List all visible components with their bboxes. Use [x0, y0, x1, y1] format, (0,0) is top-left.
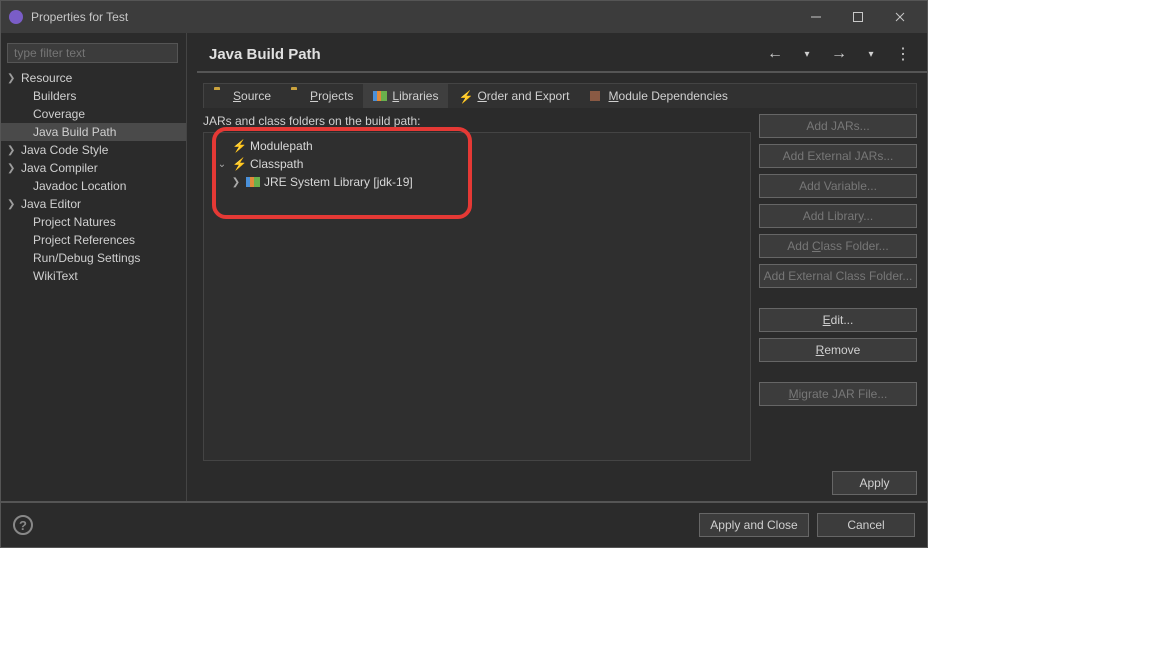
- tree-column: JARs and class folders on the build path…: [203, 114, 751, 461]
- library-icon: [373, 90, 387, 102]
- sidebar-item-java-editor[interactable]: ❯Java Editor: [1, 195, 186, 213]
- apply-row: Apply: [197, 471, 927, 501]
- tree-item-label: JRE System Library [jdk-19]: [264, 175, 413, 189]
- apply-and-close-button[interactable]: Apply and Close: [699, 513, 809, 537]
- sidebar-item-label: Builders: [31, 89, 76, 103]
- sidebar-item-resource[interactable]: ❯Resource: [1, 69, 186, 87]
- properties-dialog: Properties for Test ❯Resource ❯Builders …: [0, 0, 928, 548]
- menu-button[interactable]: ⋮: [891, 44, 915, 64]
- tab-module-dependencies[interactable]: Module Dependencies: [580, 84, 738, 108]
- add-class-folder-button[interactable]: Add Class Folder...: [759, 234, 917, 258]
- add-external-class-folder-button[interactable]: Add External Class Folder...: [759, 264, 917, 288]
- sidebar-item-label: Run/Debug Settings: [31, 251, 140, 265]
- sidebar-item-label: Java Build Path: [31, 125, 116, 139]
- tree-item-classpath[interactable]: ⌄⚡Classpath: [204, 155, 750, 173]
- remove-button[interactable]: Remove: [759, 338, 917, 362]
- add-external-jars-button[interactable]: Add External JARs...: [759, 144, 917, 168]
- button-column: Add JARs... Add External JARs... Add Var…: [759, 114, 917, 461]
- tree-item-label: Modulepath: [250, 139, 313, 153]
- add-library-button[interactable]: Add Library...: [759, 204, 917, 228]
- app-icon: [9, 10, 23, 24]
- main-panel: Java Build Path ← ▾ → ▾ ⋮ Source Projects …: [187, 33, 927, 501]
- bolt-icon: ⚡: [232, 140, 246, 152]
- sidebar-item-label: Project References: [31, 233, 135, 247]
- sidebar-item-project-references[interactable]: ❯Project References: [1, 231, 186, 249]
- window-controls: [797, 8, 919, 26]
- cancel-button[interactable]: Cancel: [817, 513, 915, 537]
- footer: ? Apply and Close Cancel: [1, 501, 927, 547]
- bolt-icon: ⚡: [458, 90, 472, 102]
- filter-container: [7, 43, 178, 63]
- tab-libraries[interactable]: Libraries: [363, 84, 448, 108]
- filter-input[interactable]: [7, 43, 178, 63]
- folder-icon: [291, 90, 305, 102]
- header-nav: ← ▾ → ▾ ⋮: [763, 44, 915, 64]
- sidebar-item-java-compiler[interactable]: ❯Java Compiler: [1, 159, 186, 177]
- sidebar-item-label: Java Compiler: [19, 161, 98, 175]
- close-button[interactable]: [891, 8, 909, 26]
- module-icon: [590, 90, 604, 102]
- minimize-button[interactable]: [807, 8, 825, 26]
- nav-back-dropdown[interactable]: ▾: [795, 49, 819, 60]
- help-button[interactable]: ?: [13, 515, 33, 535]
- window-title: Properties for Test: [31, 10, 797, 24]
- main-header: Java Build Path ← ▾ → ▾ ⋮: [197, 37, 927, 73]
- sidebar-item-builders[interactable]: ❯Builders: [1, 87, 186, 105]
- content-area: JARs and class folders on the build path…: [197, 108, 927, 471]
- add-jars-button[interactable]: Add JARs...: [759, 114, 917, 138]
- tab-order-export[interactable]: ⚡Order and Export: [448, 84, 579, 108]
- nav-back-button[interactable]: ←: [763, 45, 787, 63]
- sidebar-item-project-natures[interactable]: ❯Project Natures: [1, 213, 186, 231]
- sidebar-item-label: Project Natures: [31, 215, 116, 229]
- classpath-tree[interactable]: ⚡Modulepath ⌄⚡Classpath ❯JRE System Libr…: [203, 132, 751, 461]
- description-label: JARs and class folders on the build path…: [203, 114, 751, 128]
- nav-forward-dropdown[interactable]: ▾: [859, 49, 883, 60]
- sidebar-item-wikitext[interactable]: ❯WikiText: [1, 267, 186, 285]
- add-variable-button[interactable]: Add Variable...: [759, 174, 917, 198]
- sidebar-item-label: Java Editor: [19, 197, 81, 211]
- tree-item-jre-library[interactable]: ❯JRE System Library [jdk-19]: [204, 173, 750, 191]
- edit-button[interactable]: Edit...: [759, 308, 917, 332]
- sidebar-item-label: Java Code Style: [19, 143, 108, 157]
- migrate-jar-button[interactable]: Migrate JAR File...: [759, 382, 917, 406]
- tree-item-modulepath[interactable]: ⚡ Modulepath: [204, 137, 750, 155]
- page-title: Java Build Path: [209, 46, 763, 63]
- sidebar-item-label: Javadoc Location: [31, 179, 126, 193]
- tab-source[interactable]: Source: [204, 84, 281, 108]
- maximize-button[interactable]: [849, 8, 867, 26]
- sidebar-item-label: Coverage: [31, 107, 85, 121]
- nav-tree: ❯Resource ❯Builders ❯Coverage ❯Java Buil…: [1, 69, 186, 501]
- sidebar-item-label: WikiText: [31, 269, 78, 283]
- sidebar-item-coverage[interactable]: ❯Coverage: [1, 105, 186, 123]
- sidebar-item-java-build-path[interactable]: ❯Java Build Path: [1, 123, 186, 141]
- nav-forward-button[interactable]: →: [827, 45, 851, 63]
- sidebar-item-javadoc-location[interactable]: ❯Javadoc Location: [1, 177, 186, 195]
- sidebar-item-label: Resource: [19, 71, 72, 85]
- sidebar: ❯Resource ❯Builders ❯Coverage ❯Java Buil…: [1, 33, 187, 501]
- bolt-icon: ⚡: [232, 158, 246, 170]
- sidebar-item-java-code-style[interactable]: ❯Java Code Style: [1, 141, 186, 159]
- apply-button[interactable]: Apply: [832, 471, 917, 495]
- sidebar-item-run-debug-settings[interactable]: ❯Run/Debug Settings: [1, 249, 186, 267]
- tab-projects[interactable]: Projects: [281, 84, 363, 108]
- tab-bar: Source Projects Libraries ⚡Order and Exp…: [203, 83, 917, 108]
- tree-item-label: Classpath: [250, 157, 303, 171]
- folder-icon: [214, 90, 228, 102]
- titlebar: Properties for Test: [1, 1, 927, 33]
- library-icon: [246, 176, 260, 188]
